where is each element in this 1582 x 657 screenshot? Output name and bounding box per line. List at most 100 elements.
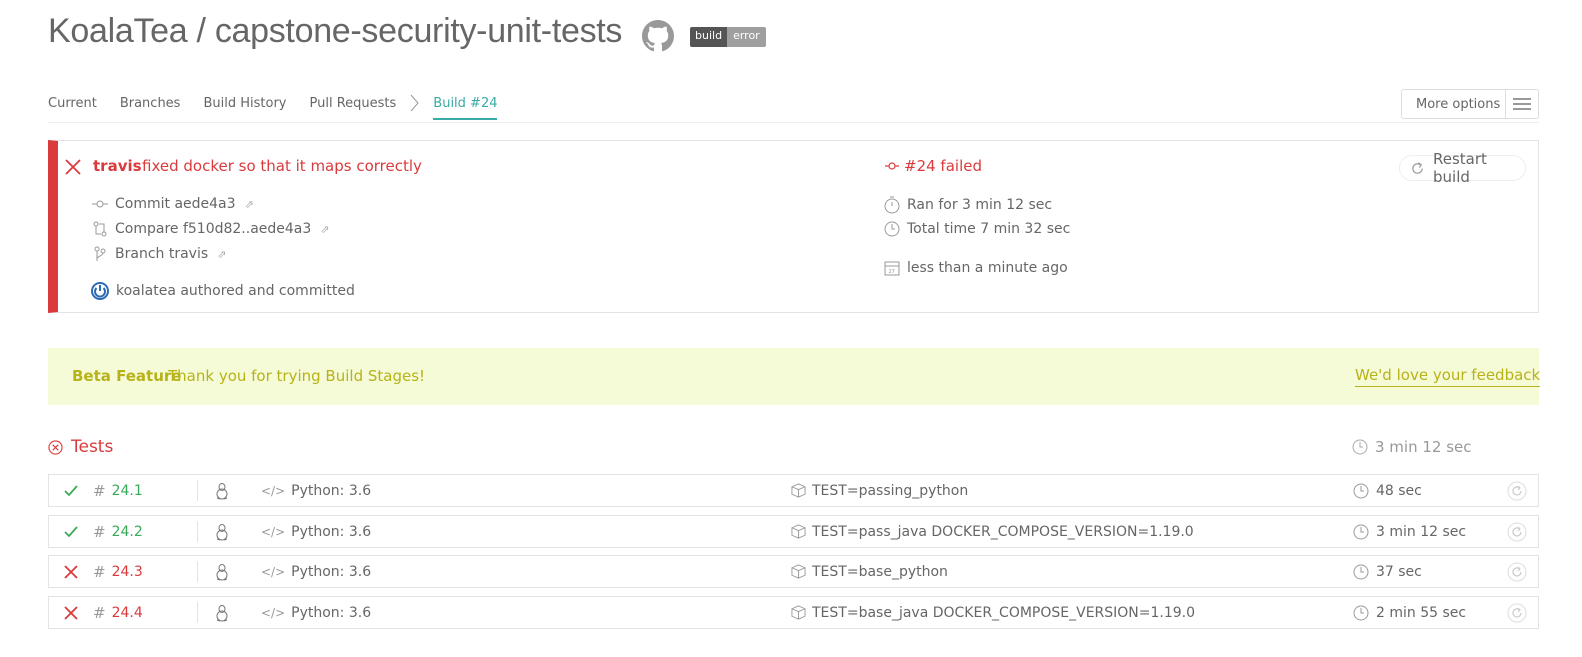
beta-title: Beta Feature xyxy=(72,367,182,385)
job-number-text: 24.2 xyxy=(111,523,143,540)
clock-icon xyxy=(1353,524,1369,540)
compare-link[interactable]: Compare f510d82..aede4a3 ⇗ xyxy=(92,221,330,237)
hash-icon: # xyxy=(93,522,106,541)
job-duration-text: 3 min 12 sec xyxy=(1376,523,1467,540)
failed-circle-icon xyxy=(48,439,63,455)
github-icon[interactable] xyxy=(642,20,674,52)
tab-branches[interactable]: Branches xyxy=(120,96,181,120)
more-options-button[interactable]: More options xyxy=(1401,89,1539,119)
calendar-icon: 27 xyxy=(884,260,900,276)
job-number[interactable]: #24.2 xyxy=(93,516,143,547)
author-info: koalatea authored and committed xyxy=(91,282,355,300)
job-number-text: 24.1 xyxy=(111,482,143,499)
clock-icon xyxy=(1353,483,1369,499)
ran-for: Ran for 3 min 12 sec xyxy=(884,196,1052,214)
code-icon: </> xyxy=(261,483,286,498)
avatar xyxy=(91,282,109,300)
build-branch-name[interactable]: travis xyxy=(93,157,142,175)
linux-icon xyxy=(215,475,229,506)
more-options-label: More options xyxy=(1416,96,1501,112)
tab-build[interactable]: Build #24 xyxy=(433,96,498,120)
failed-x-icon xyxy=(63,597,79,628)
box-icon xyxy=(791,483,806,498)
build-status-badge[interactable]: build error xyxy=(690,27,766,47)
stage-duration: 3 min 12 sec xyxy=(1352,438,1472,456)
job-number[interactable]: #24.4 xyxy=(93,597,143,628)
job-row[interactable]: #24.3 </> Python: 3.6 TEST=base_python 37… xyxy=(48,555,1539,588)
hamburger-icon xyxy=(1504,90,1538,118)
commit-message: fixed docker so that it maps correctly xyxy=(142,157,422,175)
job-env-text: TEST=passing_python xyxy=(812,482,969,499)
compare-icon xyxy=(92,221,108,237)
failed-x-icon xyxy=(63,556,79,587)
restart-build-label: Restart build xyxy=(1433,150,1487,186)
divider xyxy=(197,602,198,623)
repo-title: KoalaTea / capstone-security-unit-tests xyxy=(48,12,623,50)
job-env-text: TEST=base_python xyxy=(812,563,948,580)
restart-icon xyxy=(1410,161,1425,176)
job-duration-text: 37 sec xyxy=(1376,563,1422,580)
build-state-text: #24 failed xyxy=(904,157,982,175)
badge-value: error xyxy=(727,27,766,47)
chevron-right-icon xyxy=(409,94,419,120)
job-language: </> Python: 3.6 xyxy=(261,597,371,628)
branch-text: Branch travis xyxy=(115,246,209,262)
job-env-text: TEST=pass_java DOCKER_COMPOSE_VERSION=1.… xyxy=(812,523,1194,540)
tab-current[interactable]: Current xyxy=(48,96,97,120)
box-icon xyxy=(791,564,806,579)
hash-icon: # xyxy=(93,481,106,500)
stopwatch-icon xyxy=(884,196,900,214)
hash-icon: # xyxy=(93,562,106,581)
job-row[interactable]: #24.1 </> Python: 3.6 TEST=passing_python… xyxy=(48,474,1539,507)
job-row[interactable]: #24.2 </> Python: 3.6 TEST=pass_java DOCK… xyxy=(48,515,1539,548)
job-duration: 37 sec xyxy=(1353,556,1422,587)
branch-link[interactable]: Branch travis ⇗ xyxy=(92,246,226,262)
compare-text: Compare f510d82..aede4a3 xyxy=(115,221,312,237)
job-env: TEST=passing_python xyxy=(791,475,968,506)
feedback-link[interactable]: We'd love your feedback xyxy=(1355,366,1541,387)
job-duration: 2 min 55 sec xyxy=(1353,597,1466,628)
job-duration: 48 sec xyxy=(1353,475,1422,506)
job-number[interactable]: #24.3 xyxy=(93,556,143,587)
linux-icon xyxy=(215,556,229,587)
stage-name: Tests xyxy=(71,437,114,457)
clock-icon xyxy=(1353,564,1369,580)
commit-link[interactable]: Commit aede4a3 ⇗ xyxy=(92,196,254,212)
restart-build-button[interactable]: Restart build xyxy=(1399,150,1526,186)
linux-icon xyxy=(215,516,229,547)
finished-text: less than a minute ago xyxy=(907,260,1068,276)
beta-message: Thank you for trying Build Stages! xyxy=(168,367,426,385)
job-language: </> Python: 3.6 xyxy=(261,475,371,506)
restart-job-icon[interactable] xyxy=(1507,556,1527,587)
box-icon xyxy=(791,605,806,620)
divider xyxy=(197,480,198,501)
job-number-text: 24.3 xyxy=(111,563,143,580)
tab-pull-requests[interactable]: Pull Requests xyxy=(309,96,396,120)
job-env-text: TEST=base_java DOCKER_COMPOSE_VERSION=1.… xyxy=(812,604,1196,621)
stage-header: Tests xyxy=(48,437,113,457)
check-icon xyxy=(63,516,79,547)
restart-job-icon[interactable] xyxy=(1507,516,1527,547)
build-state[interactable]: #24 failed xyxy=(884,157,982,175)
job-row[interactable]: #24.4 </> Python: 3.6 TEST=base_java DOCK… xyxy=(48,596,1539,629)
svg-text:27: 27 xyxy=(889,269,895,275)
total-time: Total time 7 min 32 sec xyxy=(884,221,1070,237)
stage-duration-text: 3 min 12 sec xyxy=(1375,438,1472,456)
finished-at: 27 less than a minute ago xyxy=(884,260,1068,276)
failed-x-icon xyxy=(64,158,82,176)
job-language: </> Python: 3.6 xyxy=(261,556,371,587)
job-number[interactable]: #24.1 xyxy=(93,475,143,506)
job-number-text: 24.4 xyxy=(111,604,143,621)
external-link-icon: ⇗ xyxy=(320,222,330,236)
restart-job-icon[interactable] xyxy=(1507,475,1527,506)
job-language-text: Python: 3.6 xyxy=(291,482,372,499)
commit-icon xyxy=(884,158,900,174)
restart-job-icon[interactable] xyxy=(1507,597,1527,628)
tab-build-history[interactable]: Build History xyxy=(203,96,286,120)
linux-icon xyxy=(215,597,229,628)
badge-label: build xyxy=(690,27,728,47)
commit-icon xyxy=(92,196,108,212)
branch-icon xyxy=(92,246,108,262)
code-icon: </> xyxy=(261,524,286,539)
job-language-text: Python: 3.6 xyxy=(291,604,372,621)
